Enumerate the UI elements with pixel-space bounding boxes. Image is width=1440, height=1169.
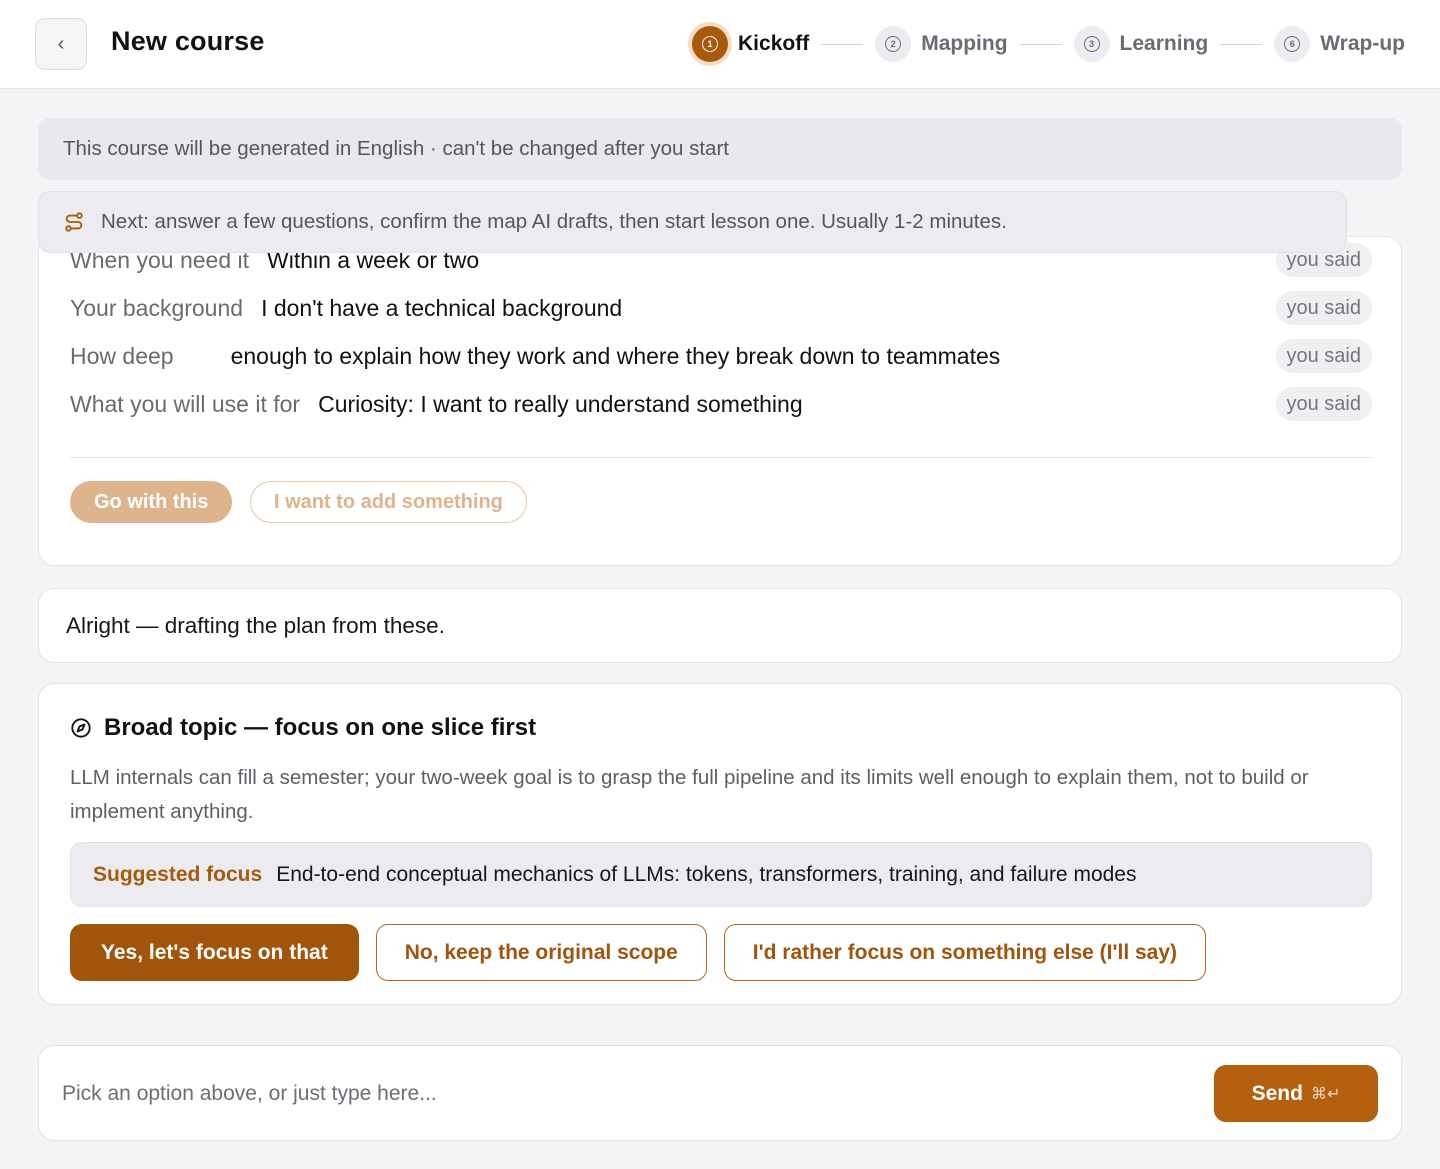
summary-row-label: What you will use it for <box>70 390 301 417</box>
you-said-badge: you said <box>1275 387 1372 421</box>
summary-row-label: How deep <box>70 342 174 369</box>
you-said-badge: you said <box>1275 339 1372 373</box>
suggested-focus-box: Suggested focus End-to-end conceptual me… <box>70 842 1372 907</box>
add-something-button[interactable]: I want to add something <box>250 481 527 523</box>
divider <box>70 457 1372 458</box>
keep-scope-button[interactable]: No, keep the original scope <box>375 924 707 981</box>
route-icon <box>65 212 83 232</box>
step-connector <box>1019 43 1062 45</box>
go-with-this-button[interactable]: Go with this <box>70 481 233 523</box>
step-label: Learning <box>1119 32 1209 55</box>
step-mapping[interactable]: 2 Mapping <box>875 26 1008 62</box>
answers-summary-card: When you need it Within a week or two yo… <box>38 236 1402 566</box>
summary-row: What you will use it for Curiosity: I wa… <box>70 380 1372 428</box>
focus-elsewhere-button[interactable]: I'd rather focus on something else (I'll… <box>723 924 1207 981</box>
progress-stepper: 1 Kickoff 2 Mapping 3 Learning 6 Wrap-up <box>692 22 1405 66</box>
suggested-focus-value: End-to-end conceptual mechanics of LLMs:… <box>276 862 1137 886</box>
keyboard-shortcut-icon: ⌘↵ <box>1310 1084 1341 1103</box>
step-connector <box>821 43 864 45</box>
step-number-icon: 1 <box>692 26 729 62</box>
language-notice: This course will be generated in English… <box>38 118 1402 180</box>
message-input[interactable] <box>62 1068 1192 1120</box>
step-learning[interactable]: 3 Learning <box>1073 26 1209 62</box>
send-label: Send <box>1251 1081 1303 1105</box>
next-steps-notice: Next: answer a few questions, confirm th… <box>38 191 1347 253</box>
step-connector <box>1220 43 1263 45</box>
focus-suggestion-card: Broad topic — focus on one slice first L… <box>38 683 1402 1005</box>
step-number-icon: 3 <box>1073 26 1110 62</box>
assistant-message: Alright — drafting the plan from these. <box>38 588 1402 663</box>
summary-row: Your background I don't have a technical… <box>70 284 1372 332</box>
suggested-focus-label: Suggested focus <box>93 862 263 886</box>
summary-row-value: enough to explain how they work and wher… <box>230 342 1001 369</box>
step-label: Mapping <box>921 32 1008 55</box>
assistant-message-text: Alright — drafting the plan from these. <box>66 612 445 638</box>
step-kickoff[interactable]: 1 Kickoff <box>692 26 809 62</box>
step-label: Kickoff <box>738 32 810 55</box>
focus-description: LLM internals can fill a semester; your … <box>70 766 1309 823</box>
next-steps-text: Next: answer a few questions, confirm th… <box>101 210 1007 233</box>
you-said-badge: you said <box>1275 291 1372 325</box>
compass-icon <box>71 718 91 738</box>
step-number-icon: 6 <box>1274 26 1311 62</box>
step-label: Wrap-up <box>1320 32 1405 55</box>
step-number-icon: 2 <box>875 26 912 62</box>
focus-card-title: Broad topic — focus on one slice first <box>70 714 536 742</box>
page-title: New course <box>111 26 265 56</box>
summary-row-label: Your background <box>70 294 244 321</box>
send-button[interactable]: Send ⌘↵ <box>1214 1065 1378 1122</box>
message-composer: Send ⌘↵ <box>38 1045 1402 1141</box>
summary-scroll-area[interactable]: When you need it Within a week or two yo… <box>39 243 1401 565</box>
chevron-left-icon: ‹ <box>57 32 65 55</box>
summary-row-value: Curiosity: I want to really understand s… <box>318 390 803 417</box>
top-bar: ‹ New course 1 Kickoff 2 Mapping 3 Learn… <box>0 0 1440 89</box>
step-wrap-up[interactable]: 6 Wrap-up <box>1274 26 1405 62</box>
focus-title-text: Broad topic — focus on one slice first <box>104 714 537 741</box>
summary-row: How deep enough to explain how they work… <box>70 332 1372 380</box>
accept-focus-button[interactable]: Yes, let's focus on that <box>70 924 359 981</box>
focus-actions: Yes, let's focus on that No, keep the or… <box>70 924 1207 981</box>
back-button[interactable]: ‹ <box>35 18 87 70</box>
summary-row-value: I don't have a technical background <box>261 294 623 321</box>
